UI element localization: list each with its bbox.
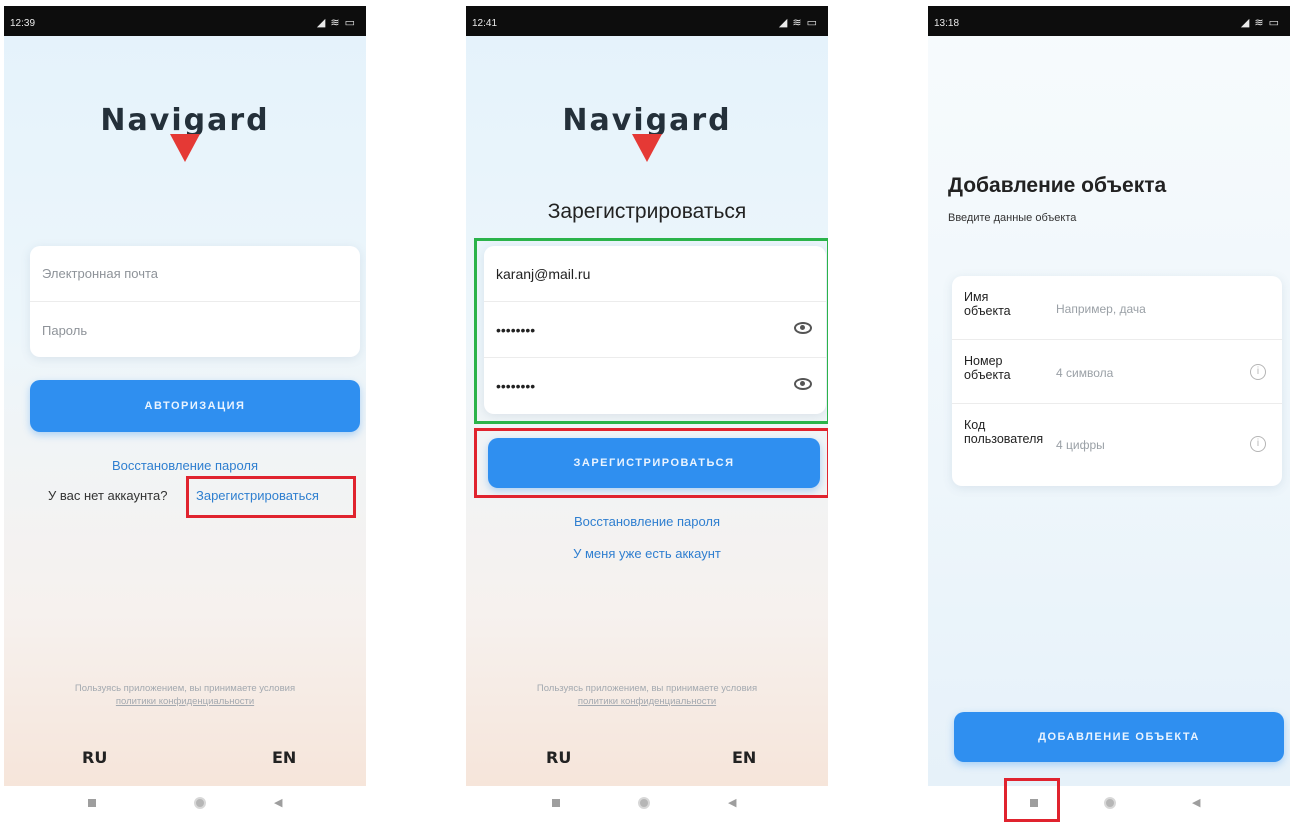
home-icon[interactable] (1104, 797, 1116, 809)
recover-password-link[interactable]: Восстановление пароля (4, 458, 366, 473)
password-field[interactable]: •••••••• (484, 302, 826, 358)
status-bar: 12:39 ◢ ≋ ▭ (4, 6, 366, 36)
object-number-input[interactable]: 4 символа (1056, 366, 1113, 380)
object-number-row[interactable]: Номер объекта 4 символа i (952, 340, 1282, 404)
privacy-policy-link[interactable]: политики конфиденциальности (466, 695, 828, 708)
logo-wordmark: Navigard (100, 103, 270, 138)
add-object-title: Добавление объекта (948, 174, 1167, 197)
password-placeholder: Пароль (42, 322, 88, 338)
register-link[interactable]: Зарегистрироваться (196, 488, 319, 503)
status-time: 12:41 (472, 18, 498, 29)
back-icon[interactable]: ◀ (1192, 796, 1200, 809)
navigard-logo: Navigard (100, 106, 268, 162)
android-navbar: ◀ (466, 786, 828, 822)
home-icon[interactable] (194, 797, 206, 809)
no-account-text: У вас нет аккаунта? (48, 488, 168, 503)
privacy-text: Пользуясь приложением, вы принимаете усл… (74, 683, 296, 694)
login-form: Электронная почта Пароль (30, 246, 360, 357)
add-object-subtitle: Введите данные объекта (948, 212, 1077, 224)
signal-wifi-battery-icon: ◢ ≋ ▭ (778, 17, 818, 29)
auth-button[interactable]: АВТОРИЗАЦИЯ (30, 380, 360, 432)
recents-icon[interactable] (1030, 799, 1038, 807)
lang-ru-button[interactable]: RU (546, 748, 571, 767)
object-name-row[interactable]: Имя объекта Например, дача (952, 276, 1282, 340)
add-object-button[interactable]: ДОБАВЛЕНИЕ ОБЪЕКТА (954, 712, 1284, 762)
register-screen: 12:41 ◢ ≋ ▭ Navigard Зарегистрироваться … (466, 6, 828, 822)
password-field[interactable]: Пароль (30, 302, 360, 357)
show-password-eye-icon[interactable] (794, 322, 812, 334)
email-field[interactable]: karanj@mail.ru (484, 246, 826, 302)
logo-triangle-icon (170, 134, 200, 162)
back-icon[interactable]: ◀ (728, 796, 736, 809)
signal-wifi-battery-icon: ◢ ≋ ▭ (1240, 17, 1280, 29)
object-form: Имя объекта Например, дача Номер объекта… (952, 276, 1282, 486)
object-number-label: Номер объекта (964, 354, 1011, 382)
object-name-input[interactable]: Например, дача (1056, 302, 1146, 316)
register-button[interactable]: ЗАРЕГИСТРИРОВАТЬСЯ (488, 438, 820, 488)
email-placeholder: Электронная почта (42, 266, 159, 281)
status-bar: 12:41 ◢ ≋ ▭ (466, 6, 828, 36)
home-icon[interactable] (638, 797, 650, 809)
password-confirm-field[interactable]: •••••••• (484, 358, 826, 414)
privacy-policy-link[interactable]: политики конфиденциальности (4, 695, 366, 708)
email-value: karanj@mail.ru (496, 265, 591, 282)
add-object-screen: 13:18 ◢ ≋ ▭ Добавление объекта Введите д… (928, 6, 1290, 822)
lang-en-button[interactable]: EN (732, 748, 756, 767)
status-bar: 13:18 ◢ ≋ ▭ (928, 6, 1290, 36)
register-form: karanj@mail.ru •••••••• •••••••• (484, 246, 826, 414)
password-value: •••••••• (496, 321, 536, 338)
privacy-notice: Пользуясь приложением, вы принимаете усл… (466, 682, 828, 708)
show-password-confirm-eye-icon[interactable] (794, 378, 812, 390)
lang-ru-button[interactable]: RU (82, 748, 107, 767)
lang-en-button[interactable]: EN (272, 748, 296, 767)
android-navbar: ◀ (4, 786, 366, 822)
password-confirm-value: •••••••• (496, 378, 536, 394)
android-navbar: ◀ (928, 786, 1290, 822)
user-code-input[interactable]: 4 цифры (1056, 438, 1105, 452)
navigard-logo: Navigard (562, 106, 730, 162)
object-number-info-icon[interactable]: i (1250, 364, 1266, 380)
status-time: 13:18 (934, 18, 960, 29)
user-code-info-icon[interactable]: i (1250, 436, 1266, 452)
privacy-notice: Пользуясь приложением, вы принимаете усл… (4, 682, 366, 708)
have-account-link[interactable]: У меня уже есть аккаунт (466, 546, 828, 561)
user-code-row[interactable]: Код пользователя 4 цифры i (952, 404, 1282, 484)
privacy-text: Пользуясь приложением, вы принимаете усл… (536, 683, 758, 694)
logo-wordmark: Navigard (562, 103, 732, 138)
object-name-label: Имя объекта (964, 290, 1011, 318)
logo-triangle-icon (632, 134, 662, 162)
recents-icon[interactable] (552, 799, 560, 807)
recover-password-link[interactable]: Восстановление пароля (466, 514, 828, 529)
back-icon[interactable]: ◀ (274, 796, 282, 809)
register-title: Зарегистрироваться (547, 200, 747, 223)
login-screen: 12:39 ◢ ≋ ▭ Navigard Электронная почта П… (4, 6, 366, 822)
signal-wifi-battery-icon: ◢ ≋ ▭ (316, 17, 356, 29)
user-code-label: Код пользователя (964, 418, 1044, 446)
recents-icon[interactable] (88, 799, 96, 807)
status-time: 12:39 (10, 18, 36, 29)
email-field[interactable]: Электронная почта (30, 246, 360, 302)
